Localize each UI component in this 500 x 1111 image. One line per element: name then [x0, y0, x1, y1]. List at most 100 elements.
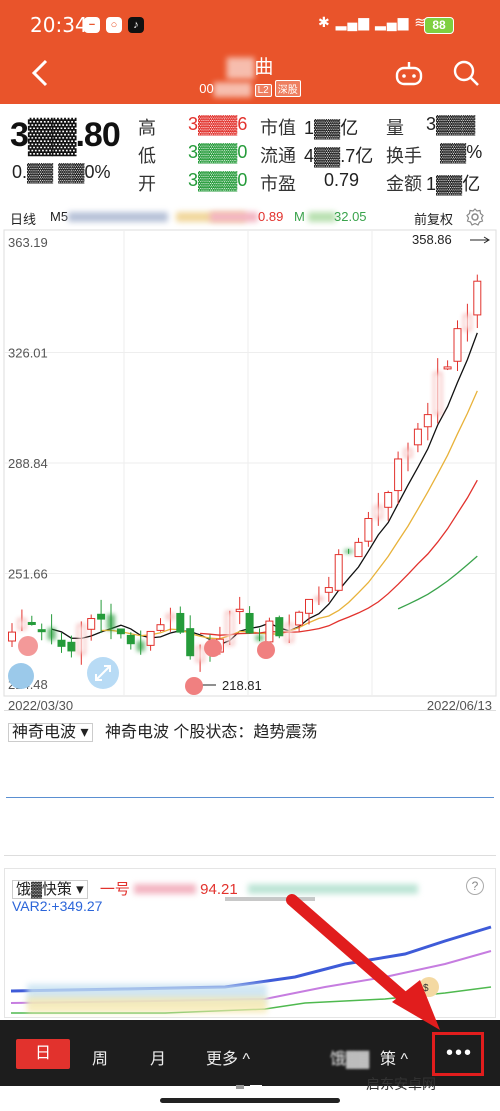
candle-body [404, 448, 412, 458]
tab-month[interactable]: 月 [150, 1045, 166, 1069]
volume-value: 3▓▓▓ [426, 114, 476, 134]
candle-body [295, 611, 304, 626]
candle-body [275, 617, 284, 637]
ma-label-3: M [294, 209, 305, 224]
candle-body [305, 598, 313, 614]
float-value: 4▓▓.7亿 [304, 146, 374, 166]
candle-body [384, 492, 393, 508]
candle-body [324, 587, 333, 593]
low-value: 3▓▓▓0 [188, 142, 248, 162]
ma-line [101, 390, 478, 640]
y-tick-label: 251.66 [8, 566, 48, 581]
signal-marker-red [18, 636, 38, 656]
mktcap-label: 市值 [260, 118, 296, 138]
candle-body [47, 627, 56, 641]
ma-value-3: 32.05 [334, 209, 367, 224]
strategy-value-1: 94.21 [200, 881, 238, 898]
candle-body [463, 314, 472, 331]
high-label: 高 [138, 118, 156, 138]
max-price-label: 358.86 [412, 232, 452, 247]
indicator-selector[interactable]: 神奇电波 ▾ [8, 723, 93, 742]
candle-body [146, 630, 155, 646]
indicator-status: 个股状态：趋势震荡 [173, 724, 318, 741]
candle-body [314, 596, 323, 601]
market-badge: 深股 [274, 80, 301, 97]
candle-body [354, 541, 363, 558]
indicator-line [6, 797, 494, 798]
pe-value: 0.79 [324, 170, 360, 190]
ma5-label: M5 [50, 209, 69, 224]
chat-notification-icon: ○ [106, 17, 122, 33]
robot-assistant-icon[interactable] [394, 58, 424, 88]
candle-body [265, 620, 274, 643]
tab-week[interactable]: 周 [92, 1045, 108, 1069]
candlestick-chart[interactable]: 363.19326.01288.84251.66214.48 2022/03/3… [0, 228, 500, 712]
candle-body [186, 628, 195, 657]
candle-body [334, 554, 343, 591]
candle-body [97, 613, 106, 620]
tab-more[interactable]: 更多 ^ [206, 1045, 250, 1069]
search-icon[interactable] [452, 58, 480, 88]
ma-line [397, 555, 478, 610]
candle-body [374, 505, 383, 519]
pe-label: 市盈 [260, 174, 296, 194]
strategy-row: 饿▓快策 ▾ 一号 94.21 [12, 878, 418, 899]
turnover-value: ▓▓% [440, 142, 483, 162]
battery-icon: 88 [424, 17, 454, 34]
home-indicator [160, 1098, 340, 1103]
candle-body [394, 458, 403, 492]
candle-body [255, 635, 264, 641]
svg-text:$: $ [423, 983, 429, 994]
strategy-text-1: 一号 [99, 881, 130, 898]
candle-body [196, 646, 205, 662]
tab-day[interactable]: 日 [16, 1039, 70, 1069]
sub-indicator-row: 神奇电波 ▾ 神奇电波 个股状态：趋势震荡 [8, 718, 317, 742]
var2-value: VAR2:+349.27 [12, 898, 103, 914]
candle-body [423, 414, 432, 428]
candle-body [413, 428, 422, 446]
period-label[interactable]: 日线 [10, 209, 36, 228]
app-notification-icon: − [84, 17, 100, 33]
candle-body [473, 280, 482, 316]
candle-body [344, 549, 353, 554]
gear-icon[interactable] [466, 208, 484, 226]
clock: 20:34 [30, 13, 88, 37]
mktcap-value: 1▓▓亿 [304, 118, 359, 138]
y-tick-label: 363.19 [8, 235, 48, 250]
page-title: ▓▓曲 [226, 57, 274, 78]
y-tick-label: 326.01 [8, 346, 48, 361]
candle-body [57, 639, 66, 647]
l2-badge: L2 [254, 84, 272, 97]
ma-indicator-row: 日线 M5 0.89 M 32.05 前复权 [0, 206, 500, 228]
candle-body [67, 641, 76, 652]
amount-label: 金额 [386, 174, 422, 194]
candle-body [245, 612, 254, 634]
candle-body [453, 328, 462, 362]
min-price-label: 218.81 [222, 678, 262, 693]
signal-marker-red [185, 677, 203, 695]
y-tick-label: 288.84 [8, 456, 48, 471]
strategy-menu-prefix: 饿▓▓ [330, 1051, 370, 1068]
candle-body [235, 608, 244, 613]
strategy-selector[interactable]: 饿▓快策 ▾ [12, 880, 88, 899]
adjust-label[interactable]: 前复权 [414, 209, 453, 228]
ma-line [51, 332, 478, 646]
high-value: 3▓▓▓6 [188, 114, 248, 134]
open-value: 3▓▓▓0 [188, 170, 248, 190]
tool-button [8, 663, 34, 689]
candle-body [8, 631, 16, 642]
candle-body [77, 624, 86, 655]
candle-body [116, 628, 125, 635]
candle-body [166, 614, 175, 620]
strategy-menu[interactable]: 策 ^ [380, 1045, 408, 1069]
top-bar: 20:34 − ○ ♪ ✱ ▂▄▆ ▂▄▆ ≋ 88 ▓▓曲 00▓▓▓▓ L2 深… [0, 0, 500, 104]
candle-body [37, 629, 46, 633]
help-icon[interactable]: ? [466, 877, 484, 895]
open-label: 开 [138, 174, 156, 194]
price-change: 0.▓▓ ▓▓0% [12, 162, 111, 182]
more-options-button[interactable]: ••• [446, 1042, 473, 1065]
current-price: 3▓▓.80 [10, 116, 121, 154]
candle-body [126, 634, 135, 645]
candle-body [107, 614, 115, 631]
low-label: 低 [138, 146, 156, 166]
